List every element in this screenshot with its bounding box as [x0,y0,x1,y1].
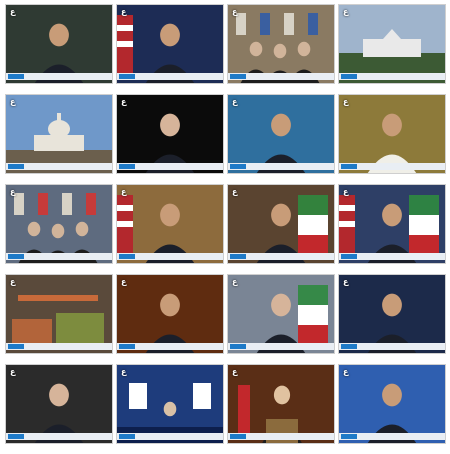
video-thumbnail-3[interactable]: ع [227,4,335,84]
ticker-tag [119,74,135,79]
video-thumbnail-6[interactable]: ع [116,94,224,174]
lower-third-ticker [339,163,445,170]
ticker-tag [230,344,246,349]
lower-third-ticker [6,73,112,80]
video-thumbnail-19[interactable]: ع [227,364,335,444]
lower-third-ticker [228,433,334,440]
ticker-tag [341,74,357,79]
lower-third-ticker [228,343,334,350]
ticker-tag [119,164,135,169]
channel-logo-icon: ع [343,187,349,196]
video-thumbnail-8[interactable]: ع [338,94,446,174]
video-thumbnail-20[interactable]: ع [338,364,446,444]
channel-logo-icon: ع [121,7,127,16]
ticker-tag [341,434,357,439]
video-thumbnail-16[interactable]: ع [338,274,446,354]
video-thumbnail-13[interactable]: ع [5,274,113,354]
lower-third-ticker [117,433,223,440]
lower-third-ticker [117,343,223,350]
ticker-tag [341,254,357,259]
ticker-tag [8,254,24,259]
lower-third-ticker [6,163,112,170]
ticker-tag [341,164,357,169]
video-thumbnail-18[interactable]: ع [116,364,224,444]
channel-logo-icon: ع [121,367,127,376]
lower-third-ticker [6,253,112,260]
channel-logo-icon: ع [232,7,238,16]
thumbnail-grid: ع ع ع ع ع ع ع ع ع ع ع ع ع ع ع ع ع ع ع ع [0,0,450,454]
lower-third-ticker [339,73,445,80]
ticker-tag [230,74,246,79]
ticker-tag [8,434,24,439]
channel-logo-icon: ع [10,187,16,196]
channel-logo-icon: ع [10,97,16,106]
lower-third-ticker [6,343,112,350]
video-thumbnail-14[interactable]: ع [116,274,224,354]
channel-logo-icon: ع [10,7,16,16]
video-thumbnail-5[interactable]: ع [5,94,113,174]
ticker-tag [119,434,135,439]
ticker-tag [230,254,246,259]
channel-logo-icon: ع [343,97,349,106]
video-thumbnail-1[interactable]: ع [5,4,113,84]
channel-logo-icon: ع [343,277,349,286]
lower-third-ticker [339,433,445,440]
channel-logo-icon: ع [343,367,349,376]
lower-third-ticker [117,253,223,260]
ticker-tag [230,434,246,439]
video-thumbnail-10[interactable]: ع [116,184,224,264]
channel-logo-icon: ع [232,187,238,196]
channel-logo-icon: ع [232,277,238,286]
lower-third-ticker [339,343,445,350]
lower-third-ticker [117,73,223,80]
ticker-tag [8,74,24,79]
video-thumbnail-15[interactable]: ع [227,274,335,354]
lower-third-ticker [117,163,223,170]
lower-third-ticker [228,73,334,80]
channel-logo-icon: ع [232,97,238,106]
ticker-tag [8,344,24,349]
video-thumbnail-2[interactable]: ع [116,4,224,84]
channel-logo-icon: ع [10,367,16,376]
lower-third-ticker [6,433,112,440]
channel-logo-icon: ع [121,277,127,286]
lower-third-ticker [339,253,445,260]
channel-logo-icon: ع [121,97,127,106]
channel-logo-icon: ع [232,367,238,376]
video-thumbnail-12[interactable]: ع [338,184,446,264]
video-thumbnail-9[interactable]: ع [5,184,113,264]
lower-third-ticker [228,163,334,170]
channel-logo-icon: ع [121,187,127,196]
lower-third-ticker [228,253,334,260]
ticker-tag [341,344,357,349]
video-thumbnail-7[interactable]: ع [227,94,335,174]
channel-logo-icon: ع [10,277,16,286]
video-thumbnail-11[interactable]: ع [227,184,335,264]
channel-logo-icon: ع [343,7,349,16]
video-thumbnail-17[interactable]: ع [5,364,113,444]
ticker-tag [119,344,135,349]
ticker-tag [8,164,24,169]
ticker-tag [230,164,246,169]
ticker-tag [119,254,135,259]
video-thumbnail-4[interactable]: ع [338,4,446,84]
